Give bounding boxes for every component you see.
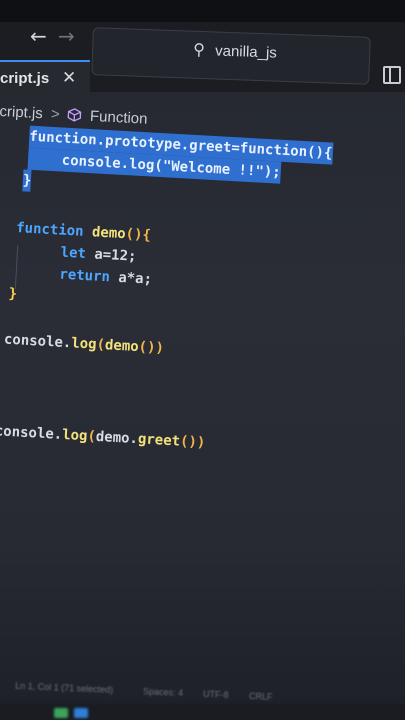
code-token: console — [27, 150, 122, 172]
status-indentation[interactable]: Spaces: 4 — [143, 686, 183, 698]
code-line-3[interactable]: } — [22, 169, 32, 192]
status-encoding[interactable]: UTF-8 — [203, 689, 229, 700]
code-token: a*a; — [109, 269, 153, 288]
code-token: (){ — [306, 144, 333, 162]
taskbar — [0, 704, 405, 720]
code-token: } — [8, 285, 18, 303]
code-token: function — [15, 220, 84, 240]
cube-icon — [68, 108, 82, 122]
taskbar-app-icon[interactable] — [74, 708, 88, 718]
search-text: vanilla_js — [214, 42, 278, 62]
tab-label: cript.js — [0, 70, 50, 87]
arrow-left-icon[interactable]: ← — [30, 24, 47, 48]
code-token: console. — [0, 423, 63, 443]
code-editor[interactable]: function.prototype.greet=function(){ con… — [0, 124, 404, 686]
code-token: "Welcome !!" — [162, 158, 265, 180]
screen: ← → ⚲ vanilla_js cript.js ✕ cript.js > F… — [0, 0, 405, 720]
code-token: return — [25, 264, 111, 286]
toggle-sidebar-icon[interactable] — [383, 66, 401, 84]
code-token: let — [26, 242, 87, 262]
arrow-right-icon[interactable]: → — [58, 24, 75, 48]
taskbar-app-icon[interactable] — [54, 708, 68, 718]
top-strip — [0, 0, 405, 22]
code-token: function — [28, 128, 98, 149]
close-icon[interactable]: ✕ — [62, 68, 76, 88]
code-token: demo. — [95, 428, 139, 448]
code-token: (){ — [125, 226, 152, 244]
code-line-9[interactable]: console.log(demo.greet()) — [0, 420, 206, 454]
code-token: function — [239, 140, 308, 161]
code-token: greet — [137, 431, 181, 450]
code-token: ; — [271, 164, 282, 181]
code-token: demo — [91, 224, 127, 243]
status-eol[interactable]: CRLF — [249, 691, 273, 702]
code-token: a=12; — [85, 246, 137, 265]
command-center-search[interactable]: ⚲ vanilla_js — [91, 27, 371, 85]
code-token: console. — [3, 331, 72, 352]
breadcrumb-symbol[interactable]: Function — [90, 107, 148, 127]
code-token: demo — [104, 337, 140, 356]
search-icon: ⚲ — [192, 39, 206, 60]
code-token: } — [22, 172, 32, 189]
code-token: greet — [188, 137, 232, 156]
code-token: log — [128, 156, 155, 174]
code-token: log — [61, 426, 88, 445]
code-token: ()) — [179, 433, 206, 451]
code-token: log — [70, 335, 98, 353]
code-token: ()) — [138, 339, 165, 357]
breadcrumb-separator: > — [50, 105, 61, 123]
editor-tab[interactable]: cript.js ✕ — [0, 60, 90, 98]
breadcrumb-file[interactable]: cript.js — [0, 103, 43, 122]
status-cursor-position[interactable]: Ln 1, Col 1 (71 selected) — [15, 681, 113, 695]
code-line-7[interactable]: } — [8, 283, 18, 305]
code-line-8[interactable]: console.log(demo()) — [3, 329, 165, 360]
code-token: prototype — [104, 132, 182, 154]
